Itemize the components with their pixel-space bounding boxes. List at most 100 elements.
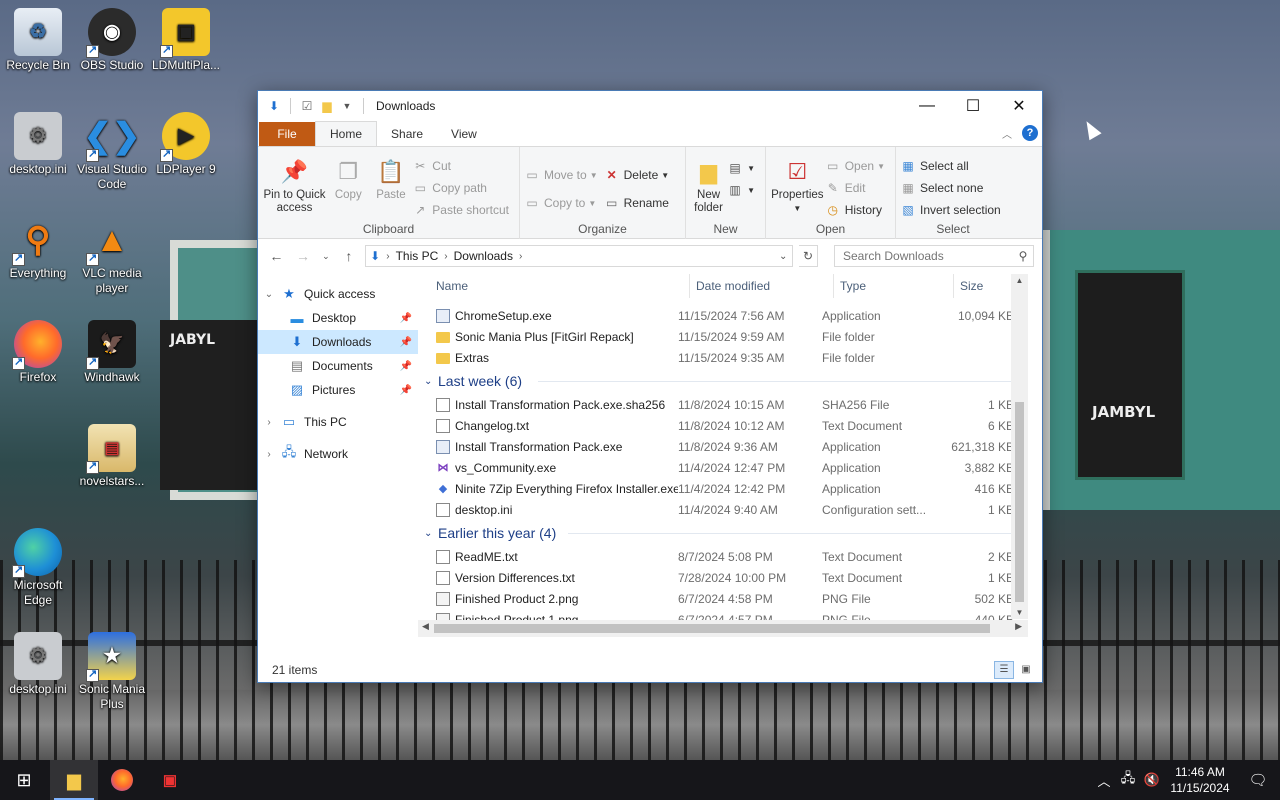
select-all-button[interactable]: ▦ Select all — [900, 155, 1007, 177]
refresh-icon[interactable]: ↻ — [799, 245, 818, 267]
taskbar-app[interactable]: ▣ — [146, 760, 194, 800]
show-hidden-icons-chevron-icon[interactable]: ︿ — [1092, 771, 1116, 790]
group-header-last-week[interactable]: ⌄ Last week (6) — [418, 368, 1028, 394]
scroll-left-arrow-icon[interactable]: ◀ — [422, 621, 429, 632]
scroll-right-arrow-icon[interactable]: ▶ — [1015, 621, 1022, 632]
file-row[interactable]: Sonic Mania Plus [FitGirl Repack] 11/15/2… — [418, 326, 1028, 347]
nav-item-quick-access[interactable]: ⌄ ★ Quick access — [258, 282, 418, 306]
address-dropdown-chevron-icon[interactable]: ⌄ — [774, 251, 792, 262]
file-row[interactable]: ChromeSetup.exe 11/15/2024 7:56 AM Applica… — [418, 305, 1028, 326]
tab-home[interactable]: Home — [315, 121, 378, 146]
desktop-icon-vscode[interactable]: ❮❯ Visual Studio Code — [74, 112, 150, 192]
taskbar-firefox[interactable] — [98, 760, 146, 800]
back-arrow-icon[interactable]: ← — [266, 245, 287, 267]
group-collapse-chevron-icon[interactable]: ⌄ — [424, 528, 438, 539]
copy-to-button[interactable]: ▭ Copy to ▼ — [524, 189, 604, 217]
properties-check-icon[interactable]: ☑ — [299, 98, 315, 114]
cut-button[interactable]: ✂ Cut — [412, 155, 515, 177]
file-row[interactable]: Changelog.txt 11/8/2024 10:12 AM Text Docu… — [418, 415, 1028, 436]
nav-item-network[interactable]: › 🖧 Network — [258, 442, 418, 466]
file-row[interactable]: ReadME.txt 8/7/2024 5:08 PM Text Document 2… — [418, 546, 1028, 567]
nav-item-this-pc[interactable]: › ▭ This PC — [258, 410, 418, 434]
desktop-icon-novelstars[interactable]: ▤ novelstars... — [74, 424, 150, 489]
column-header-name[interactable]: Name — [418, 274, 690, 298]
desktop-icon-obs[interactable]: ◉ OBS Studio — [74, 8, 150, 73]
file-row[interactable]: ⋈ vs_Community.exe 11/4/2024 12:47 PM Appli… — [418, 457, 1028, 478]
file-row[interactable]: Version Differences.txt 7/28/2024 10:00 P… — [418, 567, 1028, 588]
paste-shortcut-button[interactable]: ↗ Paste shortcut — [412, 199, 515, 221]
tab-file[interactable]: File — [259, 122, 315, 146]
copy-path-button[interactable]: ▭ Copy path — [412, 177, 515, 199]
file-row[interactable]: ◆ Ninite 7Zip Everything Firefox Installe… — [418, 478, 1028, 499]
desktop-icon-sonic[interactable]: ★ Sonic Mania Plus — [74, 632, 150, 712]
volume-muted-icon[interactable]: 🔇 — [1140, 772, 1164, 788]
horizontal-scroll-thumb[interactable] — [434, 624, 990, 633]
column-header-date[interactable]: Date modified — [690, 274, 834, 298]
move-to-button[interactable]: ▭ Move to ▼ — [524, 161, 604, 189]
invert-selection-button[interactable]: ▧ Invert selection — [900, 199, 1007, 221]
collapse-ribbon-chevron-icon[interactable]: ︿ — [1002, 126, 1012, 141]
collapsed-chevron-icon[interactable]: › — [258, 449, 280, 460]
new-folder-icon[interactable]: ▆ — [319, 98, 335, 114]
nav-item-downloads[interactable]: ⬇ Downloads 📌 — [258, 330, 418, 354]
file-row[interactable]: desktop.ini 11/4/2024 9:40 AM Configuratio… — [418, 499, 1028, 520]
easy-access-button[interactable]: ▥ ▼ — [727, 179, 761, 201]
taskbar-file-explorer[interactable]: ▆ — [50, 760, 98, 800]
desktop-icon-recycle-bin[interactable]: ♻ Recycle Bin — [0, 8, 76, 73]
vertical-scrollbar[interactable]: ▲ ▼ — [1011, 274, 1028, 619]
forward-arrow-icon[interactable]: → — [293, 245, 314, 267]
open-button[interactable]: ▭ Open ▼ — [825, 155, 891, 177]
nav-item-desktop[interactable]: ▬ Desktop 📌 — [258, 306, 418, 330]
nav-item-pictures[interactable]: ▨ Pictures 📌 — [258, 378, 418, 402]
minimize-button[interactable]: — — [904, 91, 950, 121]
vertical-scroll-thumb[interactable] — [1015, 402, 1024, 602]
tab-view[interactable]: View — [437, 122, 491, 146]
close-button[interactable]: ✕ — [996, 91, 1042, 121]
start-button[interactable]: ⊞ — [0, 760, 48, 800]
search-box[interactable]: ⚲ — [834, 245, 1034, 267]
scroll-up-arrow-icon[interactable]: ▲ — [1011, 276, 1028, 285]
up-arrow-icon[interactable]: ↑ — [339, 245, 360, 267]
breadcrumb-downloads[interactable]: Downloads — [454, 249, 513, 263]
address-bar[interactable]: ⬇ › This PC › Downloads › ⌄ — [365, 245, 794, 267]
desktop-icon-windhawk[interactable]: 🦅 Windhawk — [74, 320, 150, 385]
expanded-chevron-icon[interactable]: ⌄ — [258, 289, 280, 300]
breadcrumb-this-pc[interactable]: This PC — [396, 249, 439, 263]
column-header-type[interactable]: Type — [834, 274, 954, 298]
file-row[interactable]: Finished Product 2.png 6/7/2024 4:58 PM PN… — [418, 588, 1028, 609]
desktop-icon-everything[interactable]: ⚲ Everything — [0, 216, 76, 281]
desktop-icon-ldmultiplayer[interactable]: ▣ LDMultiPla... — [148, 8, 224, 73]
collapsed-chevron-icon[interactable]: › — [258, 417, 280, 428]
desktop-icon-desktop-ini[interactable]: ⚙ desktop.ini — [0, 112, 76, 177]
select-none-button[interactable]: ▦ Select none — [900, 177, 1007, 199]
tab-share[interactable]: Share — [377, 122, 437, 146]
new-item-button[interactable]: ▤ ▼ — [727, 157, 761, 179]
delete-button[interactable]: ✕ Delete ▼ — [604, 161, 676, 189]
maximize-button[interactable]: ☐ — [950, 91, 996, 121]
clock[interactable]: 11:46 AM 11/15/2024 — [1164, 764, 1236, 796]
large-icons-view-icon[interactable]: ▣ — [1016, 661, 1036, 679]
recent-locations-chevron-icon[interactable]: ⌄ — [319, 245, 332, 267]
customize-qat-chevron-icon[interactable]: ▼ — [339, 98, 355, 114]
edit-button[interactable]: ✎ Edit — [825, 177, 891, 199]
horizontal-scrollbar[interactable]: ◀ ▶ — [418, 620, 1028, 637]
file-row[interactable]: Extras 11/15/2024 9:35 AM File folder — [418, 347, 1028, 368]
group-collapse-chevron-icon[interactable]: ⌄ — [424, 376, 438, 387]
network-icon[interactable]: 🖧 — [1116, 769, 1140, 791]
desktop-icon-desktop-ini-2[interactable]: ⚙ desktop.ini — [0, 632, 76, 697]
search-input[interactable] — [843, 249, 1013, 263]
nav-item-documents[interactable]: ▤ Documents 📌 — [258, 354, 418, 378]
group-header-earlier[interactable]: ⌄ Earlier this year (4) — [418, 520, 1028, 546]
file-row[interactable]: Install Transformation Pack.exe 11/8/2024… — [418, 436, 1028, 457]
rename-button[interactable]: ▭ Rename — [604, 189, 676, 217]
desktop-icon-firefox[interactable]: Firefox — [0, 320, 76, 385]
desktop-icon-vlc[interactable]: ▲ VLC media player — [74, 216, 150, 296]
desktop-icon-ldplayer[interactable]: ▶ LDPlayer 9 — [148, 112, 224, 177]
help-icon[interactable]: ? — [1022, 125, 1038, 141]
desktop-icon-edge[interactable]: Microsoft Edge — [0, 528, 76, 608]
file-row[interactable]: Install Transformation Pack.exe.sha256 11… — [418, 394, 1028, 415]
details-view-icon[interactable]: ☰ — [994, 660, 1014, 679]
scroll-down-arrow-icon[interactable]: ▼ — [1011, 608, 1028, 617]
notifications-icon[interactable]: 🗨 — [1236, 771, 1280, 789]
history-button[interactable]: ◷ History — [825, 199, 891, 221]
